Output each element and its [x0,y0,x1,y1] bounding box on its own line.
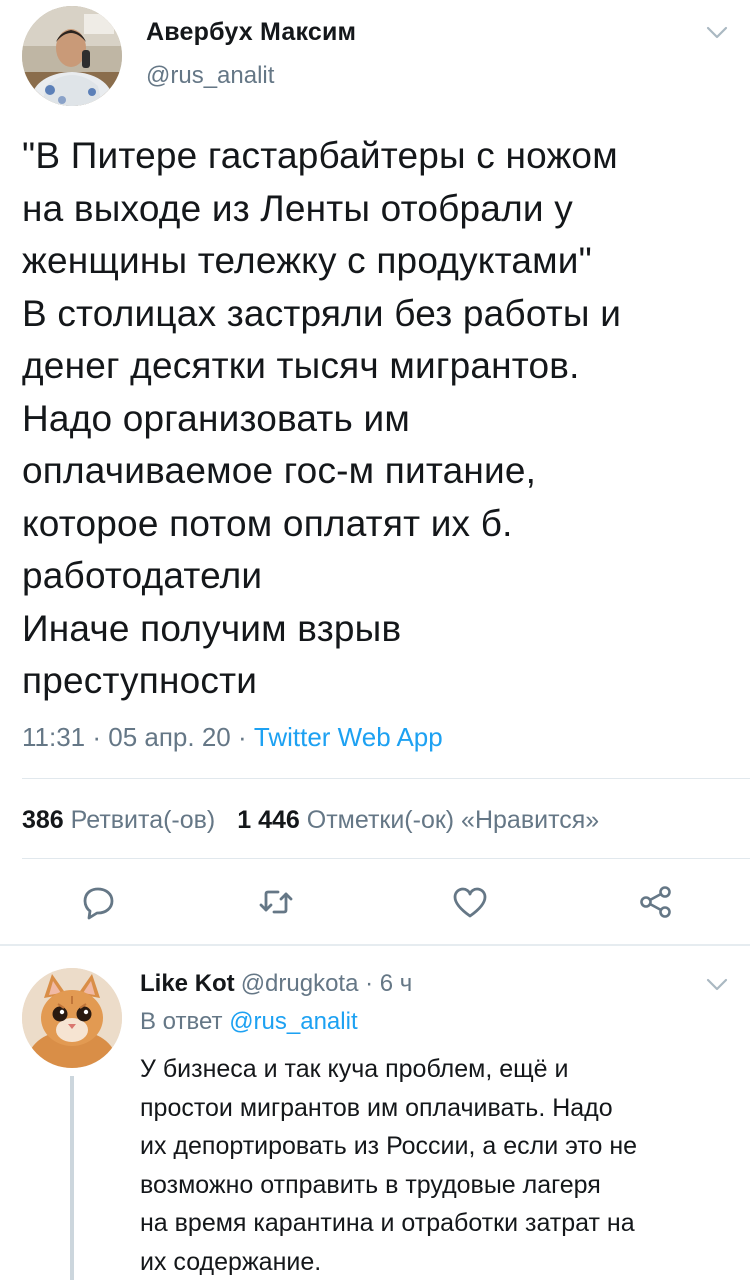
tweet-meta: 11:31 · 05 апр. 20 · Twitter Web App [22,722,443,753]
heart-icon[interactable] [448,880,492,924]
share-nodes-icon[interactable] [634,880,678,924]
reply-menu-chevron-down-icon[interactable] [706,978,728,992]
reply-age: 6 ч [379,970,413,997]
reply-header: Like Kot @drugkota · 6 ч [140,970,412,998]
tweet-stats: 386 Ретвита(-ов) 1 446 Отметки(-ок) «Нрав… [22,806,599,835]
tweet-source-link[interactable]: Twitter Web App [254,722,443,752]
reply-author-handle[interactable]: @drugkota [241,970,359,997]
likes-stat[interactable]: 1 446 Отметки(-ок) «Нравится» [237,806,599,834]
kitten-photo-icon [22,968,122,1068]
tweet-date: 05 апр. 20 [108,722,231,752]
reply-to-mention[interactable]: @rus_analit [229,1008,357,1035]
author-handle[interactable]: @rus_analit [146,62,274,90]
likes-label: Отметки(-ок) «Нравится» [306,806,600,834]
likes-count: 1 446 [237,806,300,834]
tweet-text: "В Питере гастарбайтеры с ножом на выход… [22,135,622,701]
tweet-menu-chevron-down-icon[interactable] [706,26,728,40]
meta-separator: · [85,722,109,752]
reply-author-name[interactable]: Like Kot [140,970,235,997]
divider [22,858,750,859]
tweet-time: 11:31 [22,722,86,752]
divider [22,778,750,779]
reply-bubble-icon[interactable] [76,880,120,924]
meta-separator: · [230,722,254,752]
tweet-actions [0,880,750,936]
author-photo-icon [22,6,122,106]
retweets-count: 386 [22,806,64,834]
meta-separator: · [358,970,380,997]
section-separator [0,944,750,946]
retweets-stat[interactable]: 386 Ретвита(-ов) [22,806,215,834]
thread-line [70,1076,74,1280]
retweet-arrows-icon[interactable] [254,880,298,924]
author-avatar[interactable] [22,6,122,106]
retweets-label: Ретвита(-ов) [70,806,216,834]
reply-text: У бизнеса и так куча проблем, ещё и прос… [140,1055,638,1276]
reply-to-label: В ответ [140,1008,223,1035]
reply-to-line: В ответ @rus_analit [140,1008,358,1036]
author-name[interactable]: Авербух Максим [146,18,356,47]
reply-author-avatar[interactable] [22,968,122,1068]
